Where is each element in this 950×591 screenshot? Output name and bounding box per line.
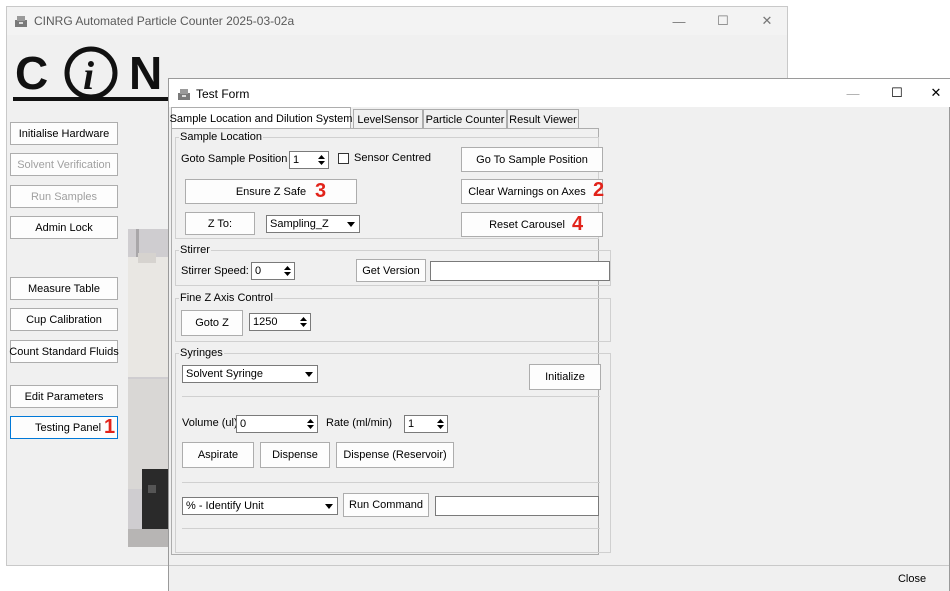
main-titlebar[interactable]: CINRG Automated Particle Counter 2025-03… xyxy=(7,7,787,35)
dispense-button[interactable]: Dispense xyxy=(260,442,330,468)
chevron-down-icon[interactable] xyxy=(323,499,335,513)
main-window-title: CINRG Automated Particle Counter 2025-03… xyxy=(34,14,295,28)
form-close-icon[interactable]: ✕ xyxy=(921,79,950,107)
reset-carousel-label: Reset Carousel xyxy=(489,218,565,231)
z-value-spinner[interactable]: 1250 xyxy=(249,313,311,331)
cup-calibration-button[interactable]: Cup Calibration xyxy=(10,308,118,331)
stirrer-group: Stirrer Stirrer Speed: 0 Get Version xyxy=(175,244,611,286)
spin-arrows-icon[interactable] xyxy=(316,153,327,167)
chevron-down-icon[interactable] xyxy=(303,367,315,381)
app-icon xyxy=(14,14,28,28)
admin-lock-button[interactable]: Admin Lock xyxy=(10,216,118,239)
bottom-separator xyxy=(182,528,600,529)
testing-panel-label: Testing Panel xyxy=(35,421,102,434)
command-select[interactable]: % - Identify Unit xyxy=(182,497,338,515)
initialize-button[interactable]: Initialize xyxy=(529,364,601,390)
minimize-icon[interactable]: — xyxy=(657,7,701,35)
run-samples-button[interactable]: Run Samples xyxy=(10,185,118,208)
tab-page: Sample Location Goto Sample Position 1 S… xyxy=(171,128,611,555)
testing-panel-button[interactable]: Testing Panel xyxy=(10,416,118,439)
close-button[interactable]: Close xyxy=(877,568,947,590)
volume-value: 0 xyxy=(240,418,247,430)
form-minimize-icon[interactable]: — xyxy=(833,79,873,107)
rate-spinner[interactable]: 1 xyxy=(404,415,448,433)
chevron-down-icon[interactable] xyxy=(345,217,357,231)
stirrer-speed-value: 0 xyxy=(255,265,262,277)
sample-location-label: Sample Location xyxy=(179,131,263,144)
initialise-hardware-button[interactable]: Initialise Hardware xyxy=(10,122,118,145)
stirrer-speed-spinner[interactable]: 0 xyxy=(251,262,295,280)
command-select-value: % - Identify Unit xyxy=(186,500,264,512)
tab-sample-location[interactable]: Sample Location and Dilution System xyxy=(170,107,352,129)
syringes-group: Syringes Solvent Syringe Initialize Volu… xyxy=(175,347,611,553)
edit-parameters-button[interactable]: Edit Parameters xyxy=(10,385,118,408)
svg-text:C: C xyxy=(15,47,48,99)
test-form-title: Test Form xyxy=(196,87,250,101)
goto-sample-position-spinner[interactable]: 1 xyxy=(289,151,329,169)
syringe-select-value: Solvent Syringe xyxy=(186,368,264,380)
measure-table-button[interactable]: Measure Table xyxy=(10,277,118,300)
sensor-centred-label: Sensor Centred xyxy=(354,152,432,164)
get-version-button[interactable]: Get Version xyxy=(356,259,426,282)
step-badge-2: 2 xyxy=(593,179,605,201)
volume-label: Volume (ul) xyxy=(182,417,238,429)
form-icon xyxy=(177,87,191,101)
clear-warnings-label: Clear Warnings on Axes xyxy=(468,185,586,198)
z-to-value: Sampling_Z xyxy=(270,218,329,230)
syringe-separator xyxy=(182,396,600,397)
run-command-button[interactable]: Run Command xyxy=(343,493,429,517)
version-textbox[interactable] xyxy=(430,261,610,281)
rate-label: Rate (ml/min) xyxy=(326,417,393,429)
command-textbox[interactable] xyxy=(435,496,599,516)
step-badge-3: 3 xyxy=(315,180,327,202)
goto-z-button[interactable]: Goto Z xyxy=(181,310,243,336)
svg-text:N: N xyxy=(129,47,162,99)
spin-arrows-icon[interactable] xyxy=(305,417,316,431)
tab-result-viewer[interactable]: Result Viewer xyxy=(507,109,579,129)
spin-arrows-icon[interactable] xyxy=(435,417,446,431)
solvent-verification-button[interactable]: Solvent Verification xyxy=(10,153,118,176)
stirrer-label: Stirrer xyxy=(179,244,211,257)
syringes-label: Syringes xyxy=(179,347,224,360)
z-to-button[interactable]: Z To: xyxy=(185,212,255,235)
tab-particle-counter[interactable]: Particle Counter xyxy=(423,109,507,129)
ensure-z-safe-label: Ensure Z Safe xyxy=(235,185,307,198)
rate-value: 1 xyxy=(408,418,415,430)
dispense-reservoir-button[interactable]: Dispense (Reservoir) xyxy=(336,442,454,468)
sample-location-group: Sample Location Goto Sample Position 1 S… xyxy=(175,131,604,239)
fine-z-group: Fine Z Axis Control Goto Z 1250 xyxy=(175,292,611,342)
stirrer-speed-label: Stirrer Speed: xyxy=(181,265,249,277)
fine-z-label: Fine Z Axis Control xyxy=(179,292,274,305)
form-maximize-icon[interactable]: ☐ xyxy=(877,79,917,107)
go-to-sample-position-button[interactable]: Go To Sample Position xyxy=(461,147,603,172)
step-badge-1: 1 xyxy=(104,416,116,438)
clear-warnings-button[interactable]: Clear Warnings on Axes xyxy=(461,179,603,204)
goto-sample-position-value: 1 xyxy=(293,154,300,166)
form-bottom-bar xyxy=(169,565,949,591)
close-icon[interactable]: ✕ xyxy=(745,7,789,35)
volume-spinner[interactable]: 0 xyxy=(236,415,318,433)
goto-sample-position-label: Goto Sample Position xyxy=(181,153,288,165)
syringe-select[interactable]: Solvent Syringe xyxy=(182,365,318,383)
step-badge-4: 4 xyxy=(572,213,584,235)
spin-arrows-icon[interactable] xyxy=(282,264,293,278)
spin-arrows-icon[interactable] xyxy=(298,315,309,329)
svg-text:i: i xyxy=(83,53,94,98)
z-to-select[interactable]: Sampling_Z xyxy=(266,215,360,233)
test-form-window: Test Form — ☐ ✕ Sample Location and Dilu… xyxy=(168,78,950,591)
test-form-titlebar[interactable]: Test Form — ☐ ✕ xyxy=(169,79,950,107)
command-separator xyxy=(182,482,600,483)
tab-level-sensor[interactable]: LevelSensor xyxy=(353,109,423,129)
maximize-icon[interactable]: ☐ xyxy=(701,7,745,35)
aspirate-button[interactable]: Aspirate xyxy=(182,442,254,468)
ensure-z-safe-button[interactable]: Ensure Z Safe xyxy=(185,179,357,204)
count-standard-fluids-button[interactable]: Count Standard Fluids xyxy=(9,340,119,363)
z-value: 1250 xyxy=(253,316,278,328)
sensor-centred-checkbox[interactable] xyxy=(338,153,349,164)
